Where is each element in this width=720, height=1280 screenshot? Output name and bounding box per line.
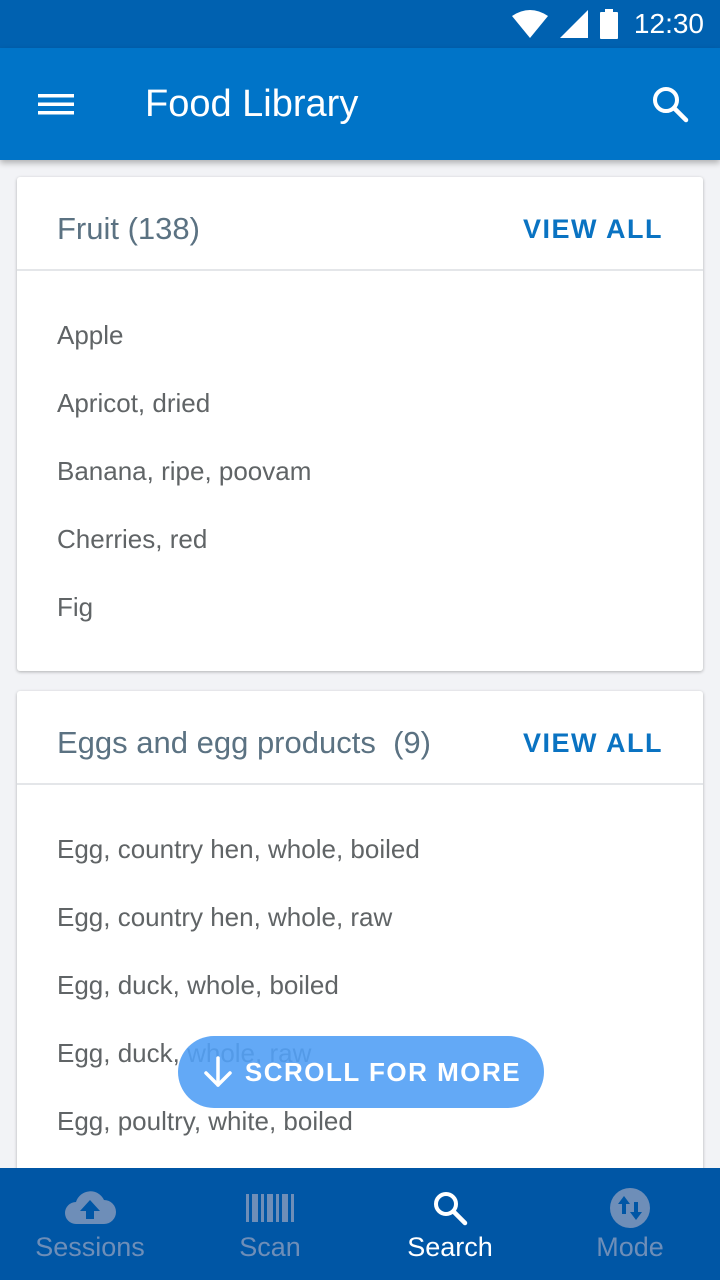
scroll-hint-label: SCROLL FOR MORE [244, 1056, 522, 1087]
fruit-card: Fruit (138) VIEW ALL Apple Apricot, drie… [17, 177, 703, 671]
arrow-down-icon [204, 1056, 232, 1087]
nav-label: Scan [239, 1232, 301, 1262]
section-title: Fruit (138) [57, 211, 200, 246]
list-item[interactable]: Egg, country hen, whole, raw [17, 883, 703, 951]
card-header: Eggs and egg products (9) VIEW ALL [17, 691, 703, 785]
list-item[interactable]: Apple [17, 301, 703, 369]
swap-vertical-icon [610, 1188, 650, 1228]
menu-button[interactable] [28, 82, 84, 126]
list-item[interactable]: Banana, ripe, poovam [17, 437, 703, 505]
list-item[interactable]: Apricot, dried [17, 369, 703, 437]
view-all-eggs-button[interactable]: VIEW ALL [523, 691, 663, 785]
battery-icon [599, 9, 618, 39]
eggs-card: Eggs and egg products (9) VIEW ALL Egg, … [17, 691, 703, 1211]
search-icon [434, 1192, 468, 1226]
status-time: 12:30 [633, 8, 704, 39]
card-header: Fruit (138) VIEW ALL [17, 177, 703, 271]
view-all-fruit-button[interactable]: VIEW ALL [523, 177, 663, 271]
app-bar: Food Library [0, 48, 720, 160]
scroll-for-more-button[interactable]: SCROLL FOR MORE [178, 1036, 544, 1108]
hamburger-menu-icon [38, 94, 74, 115]
list-item[interactable]: Cherries, red [17, 505, 703, 573]
search-icon [653, 87, 689, 123]
status-bar: 12:30 [0, 0, 720, 48]
signal-icon [559, 10, 588, 38]
list-item[interactable]: Fig [17, 573, 703, 641]
food-list: Apple Apricot, dried Banana, ripe, poova… [17, 271, 703, 641]
nav-item-search[interactable]: Search [360, 1168, 540, 1280]
status-icons: 12:30 [511, 0, 704, 48]
nav-item-scan[interactable]: Scan [180, 1168, 360, 1280]
nav-item-sessions[interactable]: Sessions [0, 1168, 180, 1280]
list-item[interactable]: Egg, country hen, whole, boiled [17, 815, 703, 883]
barcode-icon [246, 1194, 294, 1222]
list-item[interactable]: Egg, duck, whole, boiled [17, 951, 703, 1019]
cloud-upload-icon [65, 1191, 116, 1224]
nav-label: Sessions [35, 1232, 145, 1262]
nav-label: Mode [596, 1232, 664, 1262]
page-title: Food Library [145, 83, 359, 125]
nav-label: Search [407, 1232, 493, 1262]
wifi-icon [511, 10, 548, 38]
nav-item-mode[interactable]: Mode [540, 1168, 720, 1280]
bottom-navigation: Sessions Scan Search Mode [0, 1168, 720, 1280]
search-button[interactable] [648, 82, 692, 126]
section-title: Eggs and egg products (9) [57, 725, 431, 760]
